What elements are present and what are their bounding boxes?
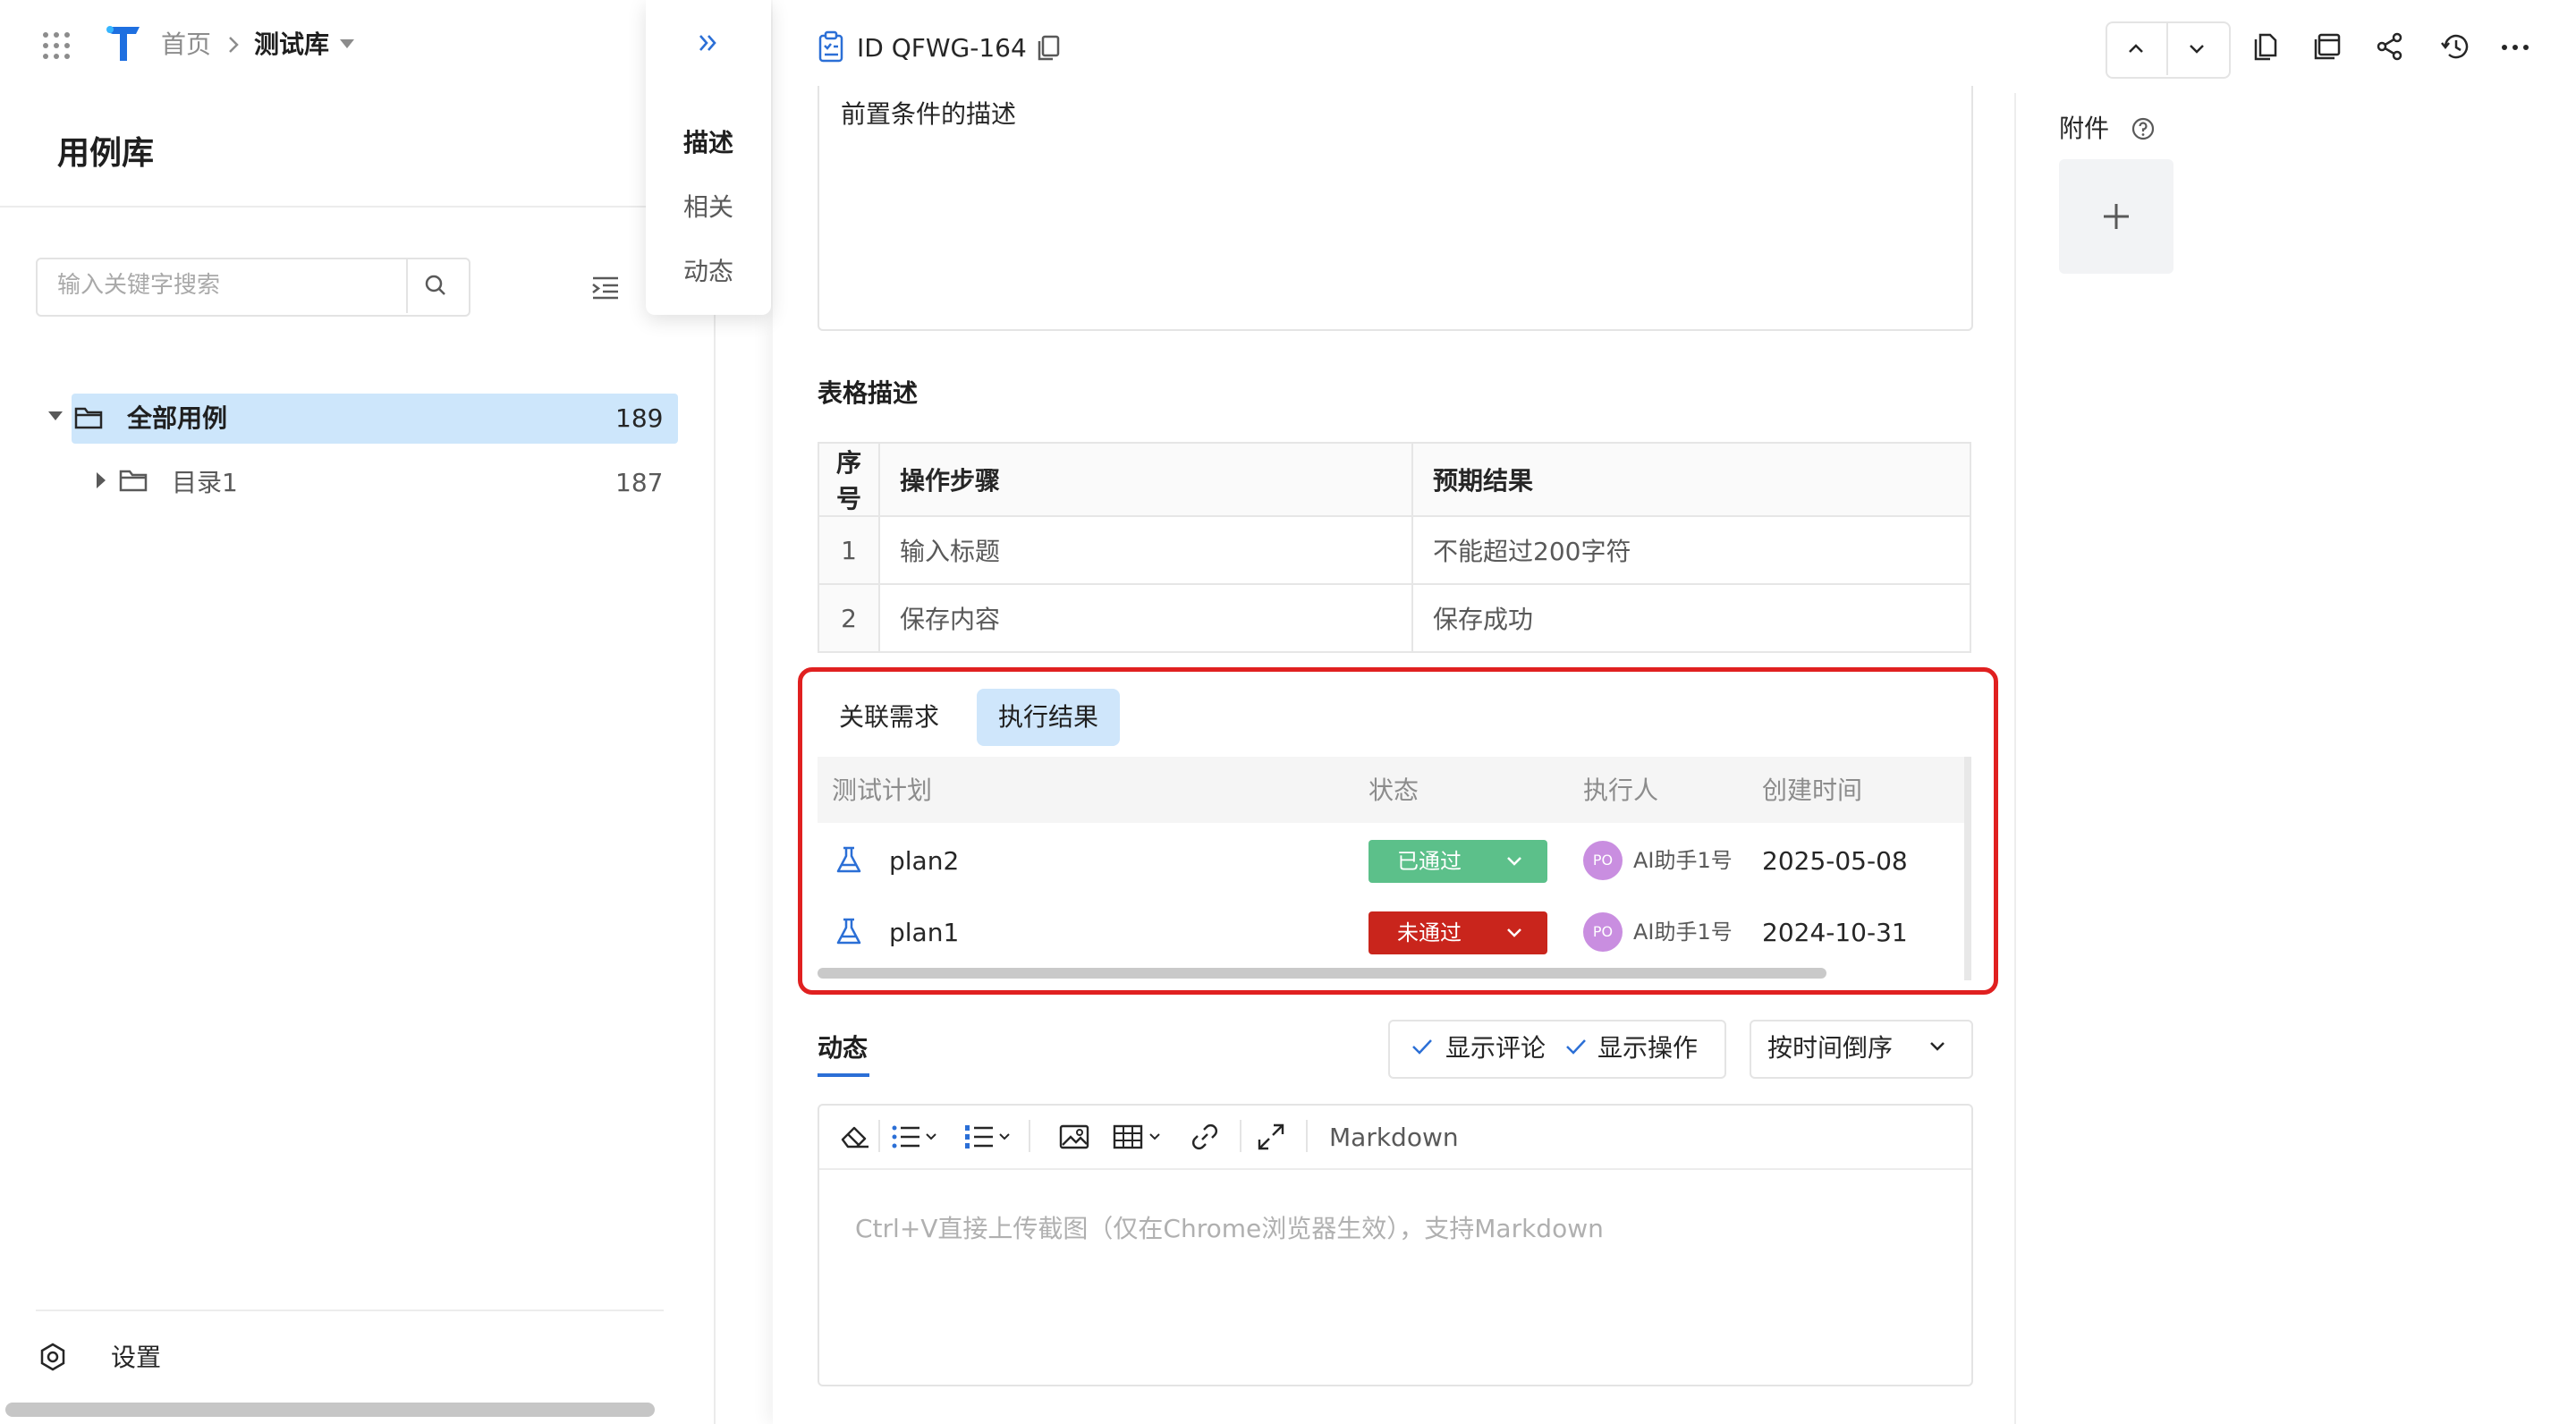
search-icon[interactable] bbox=[422, 272, 449, 299]
table-cell[interactable]: 保存成功 bbox=[1411, 583, 1971, 653]
tree-item-count: 187 bbox=[615, 468, 664, 497]
column-header: 预期结果 bbox=[1411, 442, 1971, 517]
editor-placeholder: Ctrl+V直接上传截图（仅在Chrome浏览器生效），支持Markdown bbox=[855, 1214, 1604, 1243]
table-icon[interactable] bbox=[1113, 1123, 1170, 1150]
divider bbox=[2166, 23, 2168, 75]
table-cell[interactable]: 不能超过200字符 bbox=[1411, 515, 1971, 585]
settings-icon[interactable] bbox=[38, 1342, 68, 1372]
bullet-list-icon[interactable] bbox=[891, 1123, 937, 1150]
copy-icon[interactable] bbox=[1036, 34, 1061, 63]
divider bbox=[406, 259, 408, 313]
search-placeholder: 输入关键字搜索 bbox=[57, 272, 221, 299]
share-icon[interactable] bbox=[2376, 32, 2404, 61]
show-comments-toggle[interactable]: 显示评论 bbox=[1445, 1030, 1546, 1066]
divider bbox=[1306, 1120, 1308, 1152]
tree-item-label[interactable]: 全部用例 bbox=[127, 401, 227, 437]
app-logo-icon[interactable] bbox=[104, 23, 145, 64]
divider bbox=[1240, 1120, 1241, 1152]
check-icon[interactable] bbox=[1410, 1034, 1435, 1059]
table-row[interactable]: 1 输入标题 不能超过200字符 bbox=[818, 515, 1971, 585]
tree-item-count: 189 bbox=[615, 403, 664, 433]
chevron-down-icon bbox=[1927, 1038, 1948, 1055]
precondition-text: 前置条件的描述 bbox=[841, 99, 1017, 129]
sort-label: 按时间倒序 bbox=[1767, 1033, 1894, 1063]
table-cell: 1 bbox=[818, 515, 880, 585]
chevron-up-icon[interactable] bbox=[2125, 39, 2147, 57]
anchor-item-related[interactable]: 相关 bbox=[646, 190, 771, 225]
table-section-title: 表格描述 bbox=[818, 378, 919, 408]
tree-item-label[interactable]: 目录1 bbox=[172, 465, 238, 501]
add-attachment-button[interactable] bbox=[2059, 159, 2174, 274]
steps-table: 序号 操作步骤 预期结果 1 输入标题 不能超过200字符 2 保存内容 保存成… bbox=[818, 442, 1971, 653]
column-header: 操作步骤 bbox=[878, 442, 1413, 517]
divider bbox=[1029, 1120, 1030, 1152]
chevron-right-icon bbox=[225, 34, 242, 55]
caret-right-icon[interactable] bbox=[95, 470, 107, 490]
duplicate-icon[interactable] bbox=[2252, 32, 2279, 63]
divider bbox=[36, 1310, 664, 1311]
library-title: 用例库 bbox=[57, 135, 155, 172]
active-tab-indicator bbox=[818, 1073, 869, 1077]
indent-collapse-icon[interactable] bbox=[590, 272, 621, 302]
table-row[interactable]: 2 保存内容 保存成功 bbox=[818, 583, 1971, 653]
history-icon[interactable] bbox=[2440, 32, 2470, 61]
app-grid-icon[interactable] bbox=[41, 30, 72, 61]
prev-next-group bbox=[2106, 21, 2231, 79]
image-icon[interactable] bbox=[1059, 1123, 1089, 1150]
show-operations-toggle[interactable]: 显示操作 bbox=[1597, 1030, 1698, 1066]
table-cell[interactable]: 保存内容 bbox=[878, 583, 1413, 653]
anchor-nav: 描述 相关 动态 bbox=[646, 0, 771, 315]
table-header-row: 序号 操作步骤 预期结果 bbox=[818, 442, 1971, 517]
activity-title[interactable]: 动态 bbox=[818, 1030, 868, 1066]
more-icon[interactable] bbox=[2501, 43, 2529, 52]
table-cell: 2 bbox=[818, 583, 880, 653]
divider bbox=[878, 1120, 880, 1152]
case-id: ID QFWG-164 bbox=[857, 33, 1027, 63]
highlight-frame bbox=[798, 667, 1998, 995]
breadcrumb-home[interactable]: 首页 bbox=[161, 27, 211, 63]
double-chevron-right-icon[interactable] bbox=[696, 30, 721, 55]
divider bbox=[819, 1168, 1971, 1170]
clipboard-check-icon bbox=[818, 30, 844, 63]
settings-label[interactable]: 设置 bbox=[111, 1340, 161, 1376]
check-icon[interactable] bbox=[1563, 1034, 1589, 1059]
caret-down-icon[interactable] bbox=[338, 38, 356, 50]
eraser-icon[interactable] bbox=[839, 1122, 871, 1150]
divider bbox=[2014, 93, 2016, 1424]
anchor-item-activity[interactable]: 动态 bbox=[646, 254, 771, 290]
sidebar: 首页 测试库 用例库 输入关键字搜索 全部用例 189 目录1 187 设置 bbox=[0, 0, 716, 1424]
anchor-item-description[interactable]: 描述 bbox=[646, 125, 771, 161]
numbered-list-icon[interactable] bbox=[964, 1123, 1011, 1150]
column-header: 序号 bbox=[818, 442, 880, 517]
breadcrumb-current[interactable]: 测试库 bbox=[254, 27, 329, 63]
divider bbox=[0, 206, 714, 208]
link-icon[interactable] bbox=[1190, 1122, 1220, 1152]
window-icon[interactable] bbox=[2313, 32, 2342, 61]
folder-icon bbox=[118, 467, 148, 494]
chevron-down-icon[interactable] bbox=[2186, 39, 2207, 57]
editor-mode-label[interactable]: Markdown bbox=[1329, 1120, 1459, 1156]
table-cell[interactable]: 输入标题 bbox=[878, 515, 1413, 585]
fullscreen-icon[interactable] bbox=[1256, 1122, 1286, 1152]
horizontal-scrollbar[interactable] bbox=[5, 1403, 655, 1417]
help-icon[interactable] bbox=[2131, 116, 2156, 141]
attachments-label: 附件 bbox=[2059, 114, 2110, 143]
caret-down-icon[interactable] bbox=[47, 410, 64, 422]
folder-icon bbox=[73, 404, 104, 431]
